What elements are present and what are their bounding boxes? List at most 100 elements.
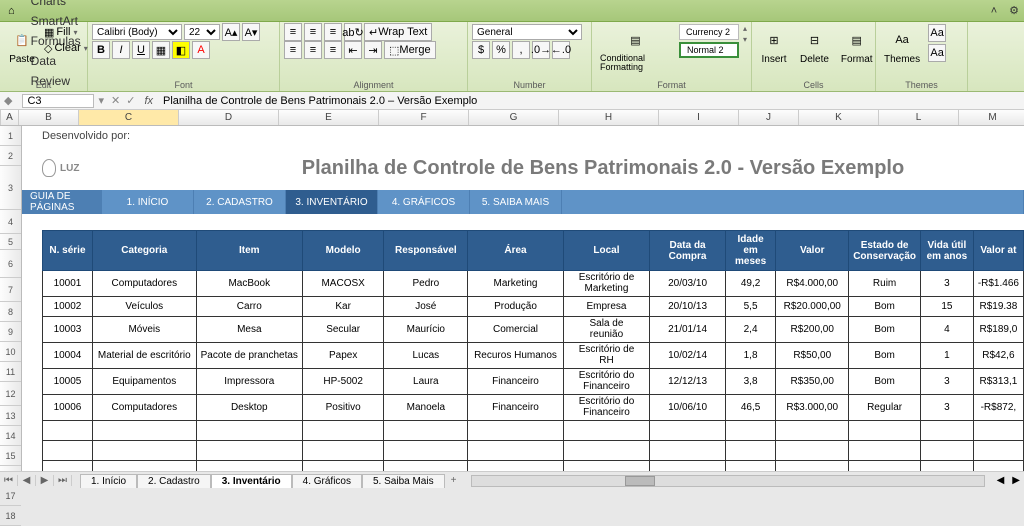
cell[interactable]: MACOSX <box>302 271 383 297</box>
wrap-text-button[interactable]: ↵ Wrap Text <box>364 23 432 41</box>
cell[interactable]: -R$1.466 <box>973 271 1023 297</box>
cell[interactable] <box>973 441 1023 461</box>
cell[interactable]: Pedro <box>384 271 468 297</box>
cell[interactable]: 5,5 <box>725 297 775 317</box>
cell[interactable]: 3 <box>921 369 974 395</box>
theme-colors-button[interactable]: Aa <box>928 24 946 42</box>
cell[interactable]: Financeiro <box>468 369 563 395</box>
name-box[interactable]: C3 <box>22 94 94 108</box>
sheet-tab[interactable]: 5. Saiba Mais <box>362 474 445 488</box>
italic-button[interactable]: I <box>112 41 130 59</box>
cell[interactable]: 10001 <box>43 271 93 297</box>
cell[interactable]: Maurício <box>384 317 468 343</box>
tab-nav-prev[interactable]: ◀ <box>18 475 36 486</box>
cell[interactable]: R$19.38 <box>973 297 1023 317</box>
cell[interactable]: Bom <box>849 369 921 395</box>
fx-accept-icon[interactable]: ✓ <box>123 94 138 107</box>
cell[interactable]: Empresa <box>563 297 650 317</box>
comma-button[interactable]: , <box>512 41 530 59</box>
underline-button[interactable]: U <box>132 41 150 59</box>
currency-button[interactable]: $ <box>472 41 490 59</box>
cell[interactable]: Positivo <box>302 395 383 421</box>
cell[interactable]: José <box>384 297 468 317</box>
help-icon[interactable]: ⚙ <box>1004 4 1024 17</box>
row-header-14[interactable]: 14 <box>0 426 21 446</box>
cell[interactable]: R$42,6 <box>973 343 1023 369</box>
scroll-left-icon[interactable]: ◀ <box>993 475 1009 486</box>
cell[interactable]: Secular <box>302 317 383 343</box>
cell[interactable]: Escritório doFinanceiro <box>563 369 650 395</box>
cell[interactable]: 10005 <box>43 369 93 395</box>
cell[interactable] <box>725 441 775 461</box>
dec-dec-button[interactable]: ←.0 <box>552 41 570 59</box>
align-right-button[interactable]: ≡ <box>324 41 342 59</box>
style-scroll-down[interactable]: ▾ <box>743 35 747 44</box>
clear-button[interactable]: ◇ Clear▾ <box>44 40 88 56</box>
cell[interactable]: Equipamentos <box>92 369 196 395</box>
align-center-button[interactable]: ≡ <box>304 41 322 59</box>
cell[interactable]: Veículos <box>92 297 196 317</box>
style-currency[interactable]: Currency 2 <box>679 24 739 40</box>
cell[interactable] <box>43 441 93 461</box>
column-header-L[interactable]: L <box>879 110 959 125</box>
row-header-6[interactable]: 6 <box>0 250 21 278</box>
column-header-B[interactable]: B <box>19 110 79 125</box>
cell[interactable]: Carro <box>196 297 302 317</box>
cell[interactable]: Sala dereunião <box>563 317 650 343</box>
cell[interactable]: Ruim <box>849 271 921 297</box>
row-header-11[interactable]: 11 <box>0 362 21 382</box>
cell[interactable]: Escritório deMarketing <box>563 271 650 297</box>
percent-button[interactable]: % <box>492 41 510 59</box>
cell[interactable] <box>776 441 849 461</box>
column-header-F[interactable]: F <box>379 110 469 125</box>
cell[interactable]: 10003 <box>43 317 93 343</box>
cell[interactable]: Bom <box>849 297 921 317</box>
cell[interactable] <box>384 421 468 441</box>
ribbon-min-icon[interactable]: ˄ <box>984 5 1004 17</box>
column-header-C[interactable]: C <box>79 110 179 125</box>
cell[interactable]: Mesa <box>196 317 302 343</box>
cell[interactable]: Manoela <box>384 395 468 421</box>
cell[interactable]: Computadores <box>92 395 196 421</box>
row-header-10[interactable]: 10 <box>0 342 21 362</box>
sheet-tab[interactable]: 3. Inventário <box>211 474 292 488</box>
cell[interactable]: Financeiro <box>468 395 563 421</box>
cell[interactable]: Produção <box>468 297 563 317</box>
column-header-E[interactable]: E <box>279 110 379 125</box>
border-button[interactable]: ▦ <box>152 41 170 59</box>
font-name-select[interactable]: Calibri (Body) <box>92 24 182 40</box>
cell[interactable]: 3 <box>921 271 974 297</box>
cell[interactable]: MacBook <box>196 271 302 297</box>
add-sheet-button[interactable]: + <box>445 475 463 486</box>
nav-item-2[interactable]: 3. INVENTÁRIO <box>286 190 378 214</box>
cell[interactable]: Escritório deRH <box>563 343 650 369</box>
cell[interactable]: Escritório doFinanceiro <box>563 395 650 421</box>
row-header-13[interactable]: 13 <box>0 406 21 426</box>
cell[interactable]: Lucas <box>384 343 468 369</box>
cell[interactable] <box>302 441 383 461</box>
cell[interactable] <box>196 421 302 441</box>
row-header-8[interactable]: 8 <box>0 302 21 322</box>
cell[interactable]: 3 <box>921 395 974 421</box>
ribbon-tab-charts[interactable]: Charts <box>17 0 95 11</box>
align-mid-button[interactable]: ≡ <box>304 23 322 41</box>
dec-inc-button[interactable]: .0→ <box>532 41 550 59</box>
cell[interactable] <box>468 421 563 441</box>
cond-format-button[interactable]: ▤ Conditional Formatting <box>596 24 675 74</box>
themes-button[interactable]: AaThemes <box>880 24 924 67</box>
formula-input[interactable]: Planilha de Controle de Bens Patrimonais… <box>159 95 1024 107</box>
cell[interactable] <box>43 421 93 441</box>
cell[interactable]: 4 <box>921 317 974 343</box>
cell[interactable]: 49,2 <box>725 271 775 297</box>
nav-item-1[interactable]: 2. CADASTRO <box>194 190 286 214</box>
cell[interactable]: R$4.000,00 <box>776 271 849 297</box>
align-left-button[interactable]: ≡ <box>284 41 302 59</box>
align-top-button[interactable]: ≡ <box>284 23 302 41</box>
cell[interactable]: 10/02/14 <box>650 343 726 369</box>
sheet-tab[interactable]: 2. Cadastro <box>137 474 211 488</box>
name-box-dd[interactable]: ▾ <box>94 94 108 107</box>
cell[interactable] <box>849 441 921 461</box>
cell[interactable]: 46,5 <box>725 395 775 421</box>
column-header-D[interactable]: D <box>179 110 279 125</box>
column-header-M[interactable]: M <box>959 110 1024 125</box>
